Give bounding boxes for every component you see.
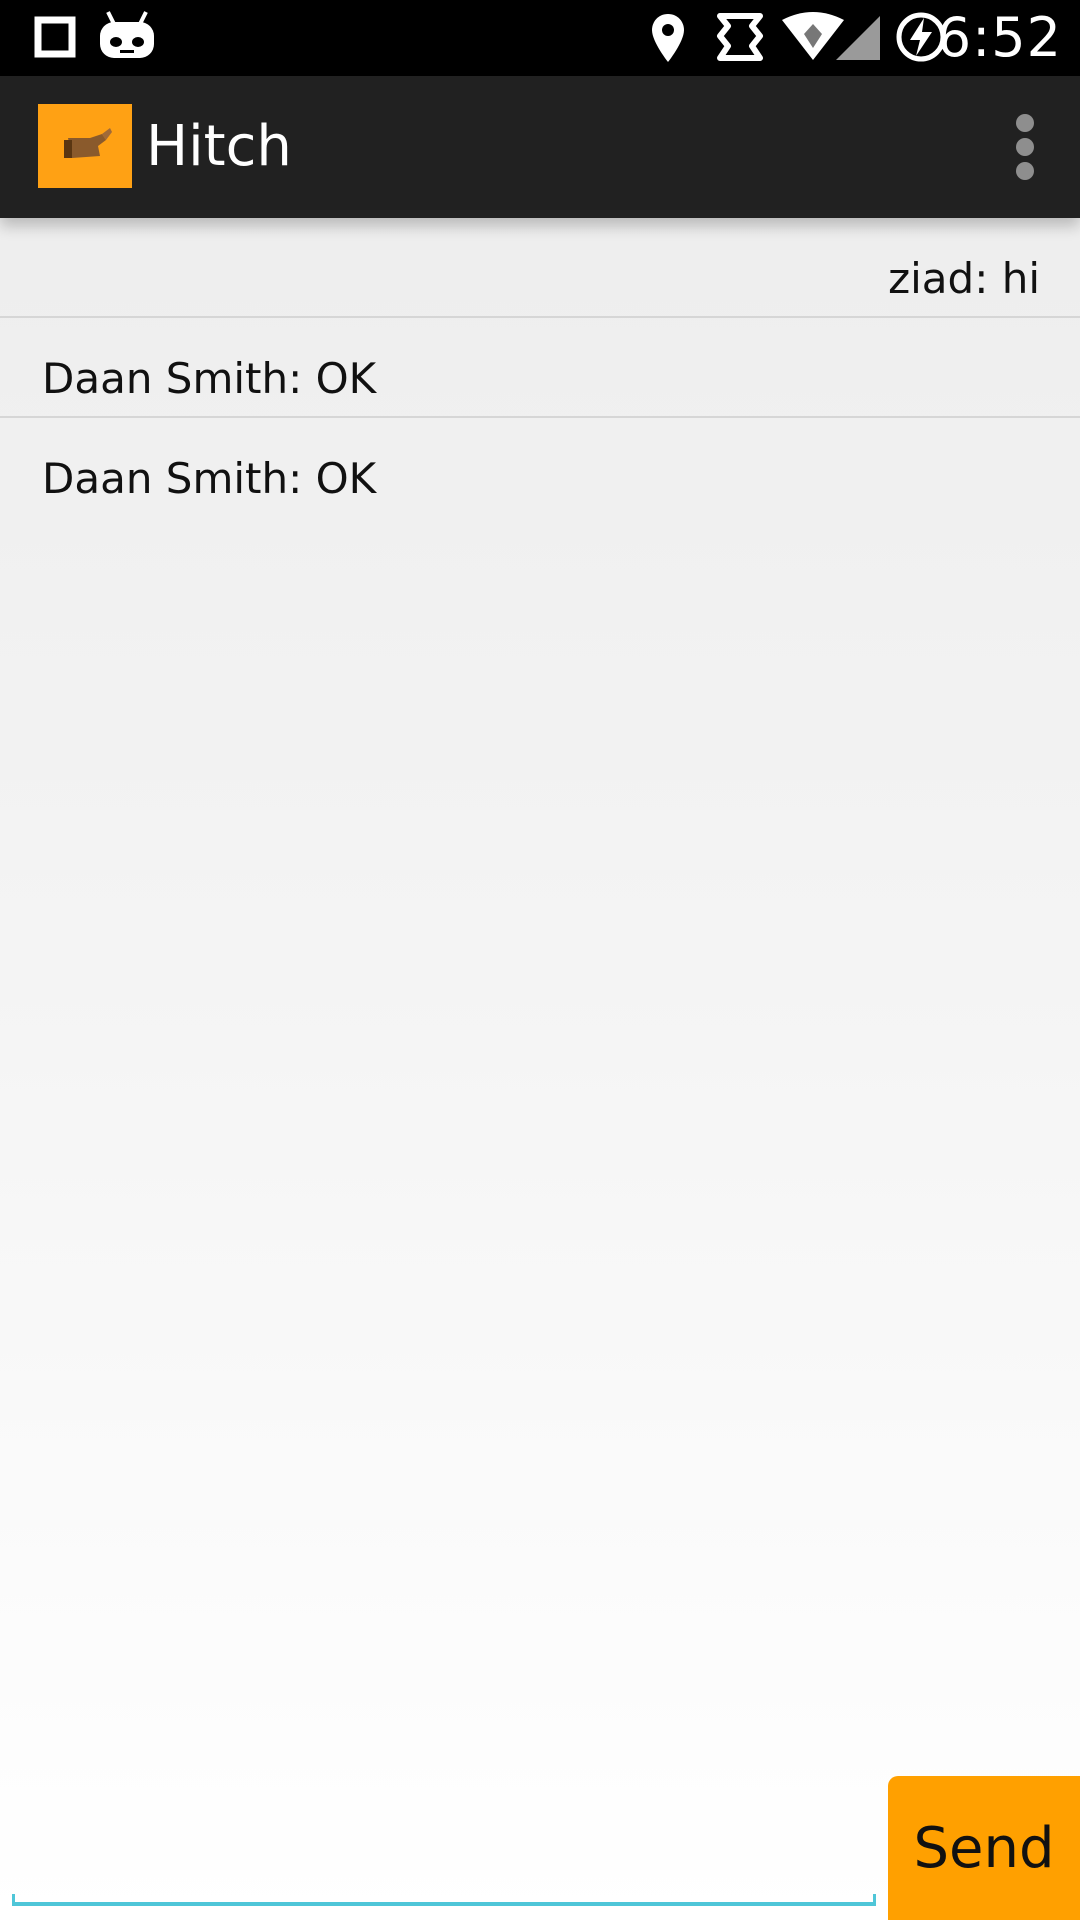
status-bar: 6:52 xyxy=(0,0,1080,76)
message-row[interactable]: ziad: hi xyxy=(0,218,1080,318)
message-input-underline-left-tick xyxy=(12,1894,15,1904)
send-button[interactable]: Send xyxy=(888,1776,1080,1920)
sync-icon xyxy=(717,13,763,61)
message-text: ziad: hi xyxy=(888,254,1040,303)
android-robot-icon xyxy=(100,11,154,58)
app-icon[interactable] xyxy=(38,104,132,188)
square-notification-icon xyxy=(34,16,76,58)
overflow-menu-button[interactable] xyxy=(1000,106,1050,188)
message-input[interactable] xyxy=(12,1800,874,1906)
message-list[interactable]: ziad: hi Daan Smith: OK Daan Smith: OK xyxy=(0,218,1080,518)
action-bar: Hitch xyxy=(0,76,1080,218)
message-input-underline xyxy=(12,1902,876,1906)
clock-time: 6:52 xyxy=(936,6,1062,69)
message-text: Daan Smith: OK xyxy=(42,454,377,503)
chat-screen: 6:52 Hitch ziad: hi Daan Smith: OK Daan … xyxy=(0,0,1080,1920)
message-row[interactable]: Daan Smith: OK xyxy=(0,418,1080,518)
message-text: Daan Smith: OK xyxy=(42,354,377,403)
cell-signal-icon xyxy=(836,16,880,60)
message-row[interactable]: Daan Smith: OK xyxy=(0,318,1080,418)
thumbs-up-hand-icon xyxy=(64,128,112,158)
message-input-underline-right-tick xyxy=(873,1894,876,1904)
location-pin-icon xyxy=(652,14,684,62)
app-title: Hitch xyxy=(146,114,292,179)
